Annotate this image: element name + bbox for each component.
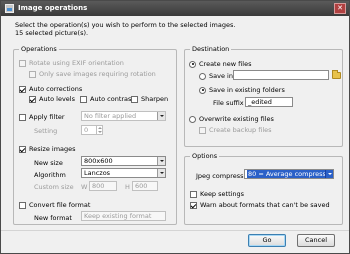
chevron-down-icon[interactable] (157, 157, 165, 165)
save-in-path-input[interactable] (233, 70, 329, 80)
auto-levels-checkbox[interactable]: Auto levels (29, 95, 75, 103)
sharpen-checkbox[interactable]: Sharpen (131, 95, 168, 103)
intro-instruction: Select the operation(s) you wish to perf… (15, 21, 236, 29)
save-in-label: Save in (209, 72, 233, 80)
warn-formats-label: Warn about formats that can't be saved (200, 201, 330, 209)
folder-icon[interactable] (332, 70, 341, 79)
selected-count: 15 selected picture(s). (15, 29, 89, 37)
image-operations-dialog: Image operations ✕ Select the operation(… (0, 0, 350, 254)
new-size-value: 800x600 (84, 157, 113, 165)
resize-images-checkbox[interactable]: Resize images (19, 145, 76, 153)
checkbox-box (131, 95, 138, 103)
radio-dot (199, 72, 206, 80)
overwrite-existing-label: Overwrite existing files (199, 115, 274, 123)
jpeg-compression-select[interactable]: 80 = Average compression (244, 169, 334, 179)
only-save-rotation-label: Only save images requiring rotation (39, 70, 156, 78)
options-legend: Options (190, 152, 220, 160)
warn-formats-checkbox[interactable]: Warn about formats that can't be saved (190, 201, 330, 209)
create-new-files-label: Create new files (199, 60, 252, 68)
footer-divider (1, 230, 349, 231)
algorithm-label: Algorithm (34, 171, 66, 179)
apply-filter-checkbox[interactable]: Apply filter (19, 113, 65, 121)
algorithm-select[interactable]: Lanczos (81, 168, 166, 178)
height-label: H (125, 183, 130, 191)
operations-legend: Operations (19, 45, 59, 53)
save-in-existing-radio[interactable]: Save in existing folders (199, 86, 285, 94)
sharpen-label: Sharpen (141, 95, 169, 103)
checkbox-box (19, 113, 26, 121)
checkbox-box (29, 70, 36, 78)
filter-select[interactable]: No filter applied (81, 111, 166, 121)
setting-spinner[interactable]: 0 (81, 125, 103, 135)
destination-legend: Destination (190, 45, 232, 53)
title-bar[interactable]: Image operations ✕ (1, 1, 349, 16)
auto-corrections-label: Auto corrections (29, 85, 83, 93)
cancel-button[interactable]: Cancel (297, 234, 335, 247)
height-input[interactable]: 600 (132, 181, 158, 191)
only-save-rotation-checkbox[interactable]: Only save images requiring rotation (29, 70, 156, 78)
checkbox-box (199, 126, 206, 134)
create-backup-checkbox[interactable]: Create backup files (199, 126, 272, 134)
radio-dot (189, 60, 196, 68)
go-button[interactable]: Go (248, 234, 286, 247)
checkbox-box (19, 85, 26, 93)
checkbox-box (19, 201, 26, 209)
image-icon (5, 4, 14, 13)
width-label: W (81, 183, 88, 191)
filter-value: No filter applied (84, 112, 137, 120)
checkbox-box (19, 59, 26, 67)
setting-value: 0 (84, 126, 89, 134)
checkbox-box (190, 190, 197, 198)
chevron-down-icon[interactable] (157, 169, 165, 177)
close-icon[interactable]: ✕ (334, 3, 346, 14)
new-format-label: New format (34, 214, 72, 222)
apply-filter-label: Apply filter (29, 113, 65, 121)
create-backup-label: Create backup files (209, 126, 272, 134)
width-input[interactable]: 800 (89, 181, 117, 191)
auto-levels-label: Auto levels (39, 95, 76, 103)
new-format-input[interactable]: Keep existing format (81, 211, 166, 221)
save-in-existing-label: Save in existing folders (209, 86, 285, 94)
convert-format-checkbox[interactable]: Convert file format (19, 201, 90, 209)
rotate-exif-label: Rotate using EXIF orientation (29, 59, 124, 67)
file-suffix-label: File suffix (213, 99, 244, 107)
chevron-down-icon[interactable] (157, 112, 165, 120)
auto-contrast-label: Auto contrast (90, 95, 134, 103)
checkbox-box (80, 95, 87, 103)
algorithm-value: Lanczos (84, 169, 111, 177)
keep-settings-checkbox[interactable]: Keep settings (190, 190, 244, 198)
radio-dot (199, 86, 206, 94)
resize-images-label: Resize images (29, 145, 76, 153)
new-size-select[interactable]: 800x600 (81, 156, 166, 166)
overwrite-existing-radio[interactable]: Overwrite existing files (189, 115, 274, 123)
chevron-down-icon[interactable] (325, 170, 333, 178)
auto-contrast-checkbox[interactable]: Auto contrast (80, 95, 134, 103)
file-suffix-input[interactable]: _edited (245, 97, 293, 107)
auto-corrections-checkbox[interactable]: Auto corrections (19, 85, 82, 93)
dialog-title: Image operations (18, 4, 88, 12)
save-in-radio[interactable]: Save in (199, 72, 233, 80)
create-new-files-radio[interactable]: Create new files (189, 60, 251, 68)
radio-dot (189, 115, 196, 123)
new-size-label: New size (34, 159, 63, 167)
rotate-exif-checkbox[interactable]: Rotate using EXIF orientation (19, 59, 124, 67)
custom-size-label: Custom size (34, 183, 74, 191)
checkbox-box (190, 201, 197, 209)
checkbox-box (19, 145, 26, 153)
checkbox-box (29, 95, 36, 103)
keep-settings-label: Keep settings (200, 190, 245, 198)
intro-text: Select the operation(s) you wish to perf… (15, 21, 235, 37)
spinner-arrows-icon[interactable] (96, 126, 102, 134)
jpeg-compression-value: 80 = Average compression (247, 170, 333, 178)
convert-format-label: Convert file format (29, 201, 91, 209)
setting-label: Setting (34, 127, 58, 135)
